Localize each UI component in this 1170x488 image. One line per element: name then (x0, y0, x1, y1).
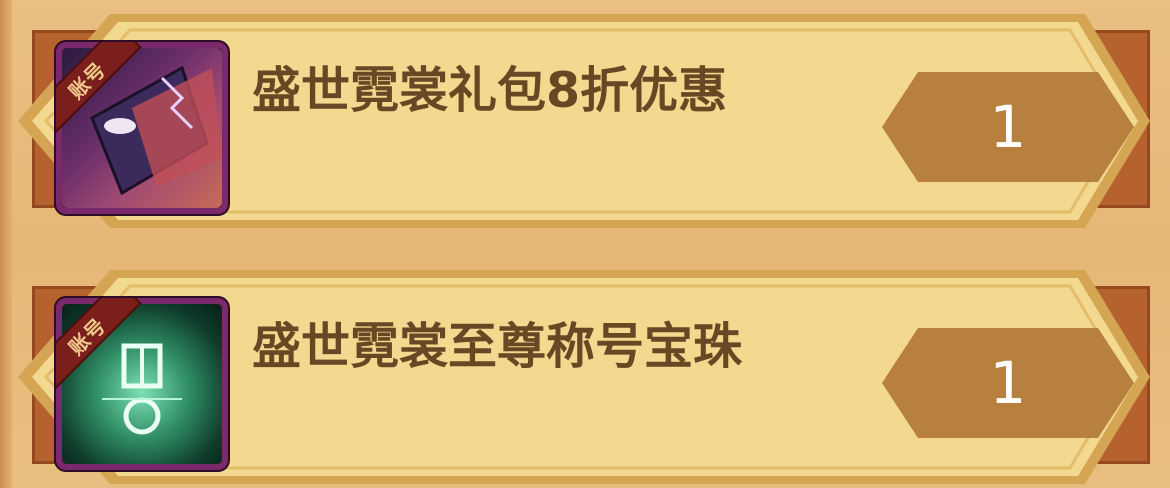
count-badge: 1 (882, 328, 1134, 438)
item-name: 盛世霓裳礼包8折优惠 (252, 62, 728, 119)
reward-row: 账号 盛世霓裳礼包8折优惠 1 (0, 0, 1170, 228)
item-name: 盛世霓裳至尊称号宝珠 (252, 318, 743, 375)
item-icon-frame[interactable]: 账号 (56, 298, 228, 470)
count-badge: 1 (882, 72, 1134, 182)
item-count: 1 (989, 349, 1027, 417)
item-icon-frame[interactable]: 账号 (56, 42, 228, 214)
reward-row: 账号 盛世霓裳至尊称号宝珠 1 (0, 256, 1170, 484)
item-count: 1 (989, 93, 1027, 161)
